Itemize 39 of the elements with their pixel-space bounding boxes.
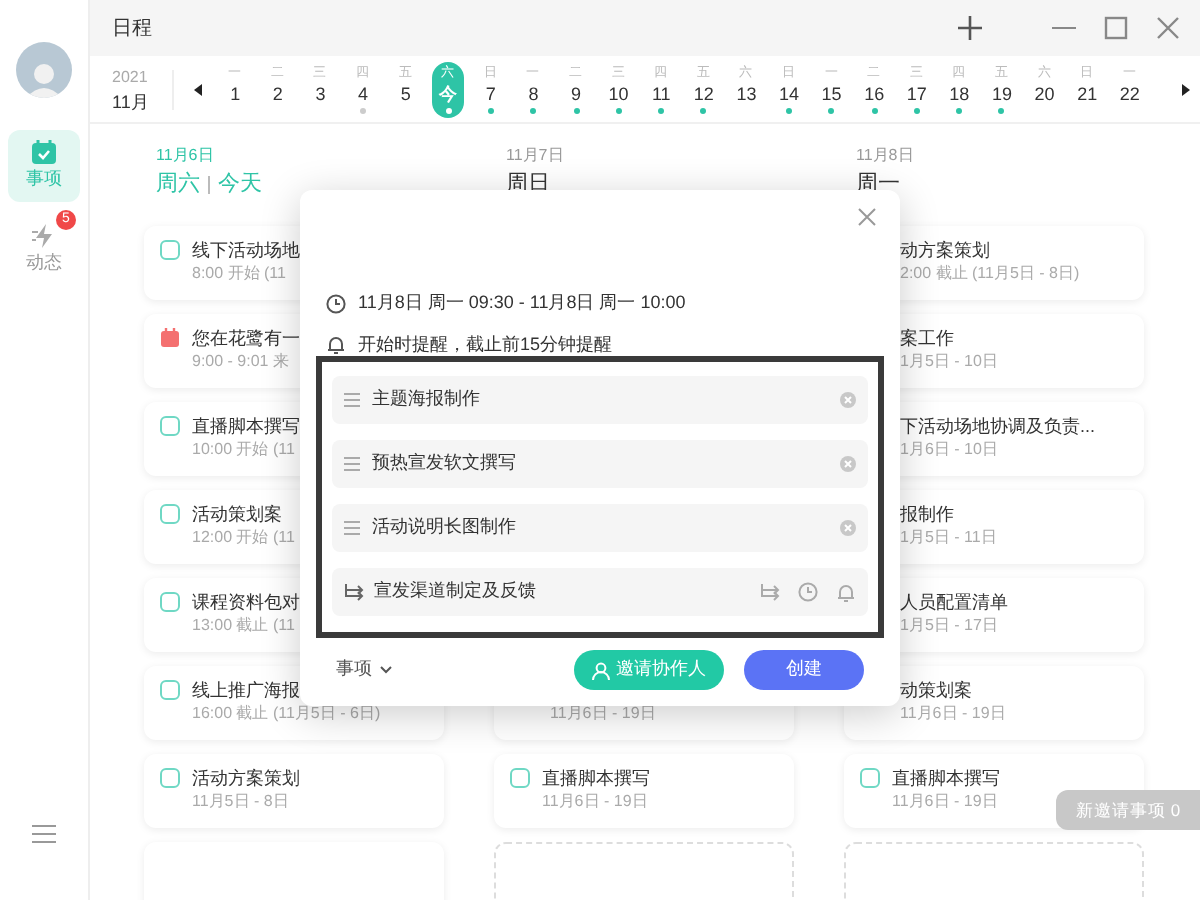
card-subtitle: 2:00 截止 (11月5日 - 8日): [900, 262, 1080, 286]
card-subtitle: 11月6日 - 19日: [900, 702, 1006, 726]
card-title: 您在花鹭有一: [192, 326, 300, 350]
card-title: 线下活动场地: [192, 238, 300, 262]
card-title: 活动策划案: [192, 502, 282, 526]
column-date: 11月6日: [156, 144, 216, 168]
card-subtitle: 11月5日 - 8日: [192, 790, 289, 814]
card-title: 直播脚本撰写: [892, 766, 1000, 790]
card-subtitle: 1月5日 - 11日: [900, 526, 997, 550]
card-subtitle: 11月6日 - 19日: [892, 790, 998, 814]
card-title: 活动方案策划: [192, 766, 300, 790]
card-title: 课程资料包对: [192, 590, 300, 614]
card-subtitle: 12:00 开始 (11: [192, 526, 295, 550]
card-subtitle: 13:00 截止 (11: [192, 614, 295, 638]
window-title: 日程: [112, 15, 152, 43]
year-label: 2021: [112, 65, 150, 89]
card-subtitle: 11月6日 - 19日: [542, 790, 648, 814]
card-subtitle: 11月6日 - 19日: [550, 702, 656, 726]
card-title: 直播脚本撰写: [192, 414, 300, 438]
card-subtitle: 1月6日 - 10日: [900, 438, 998, 462]
card-subtitle: 1月5日 - 17日: [900, 614, 998, 638]
month-label: 11月: [112, 89, 151, 113]
column-weekday: 周六: [156, 169, 200, 200]
column-date: 11月7日: [506, 144, 566, 168]
card-subtitle: 8:00 开始 (11: [192, 262, 286, 286]
card-subtitle: 9:00 - 9:01 来: [192, 350, 289, 374]
card-subtitle: 10:00 开始 (11: [192, 438, 295, 462]
card-title: 人员配置清单: [900, 590, 1008, 614]
today-label: 今天: [218, 170, 262, 200]
card-title: 报制作: [900, 502, 954, 526]
card-title: 直播脚本撰写: [542, 766, 650, 790]
card-subtitle: 1月5日 - 10日: [900, 350, 998, 374]
card-title: 下活动场地协调及负责...: [900, 414, 1096, 438]
column-date: 11月8日: [856, 144, 916, 168]
card-title: 动策划案: [900, 678, 972, 702]
card-title: 案工作: [900, 326, 954, 350]
card-title: 动方案策划: [900, 238, 990, 262]
card-title: 线上推广海报: [192, 678, 300, 702]
card-subtitle: 16:00 截止 (11月5日 - 6日): [192, 702, 381, 726]
